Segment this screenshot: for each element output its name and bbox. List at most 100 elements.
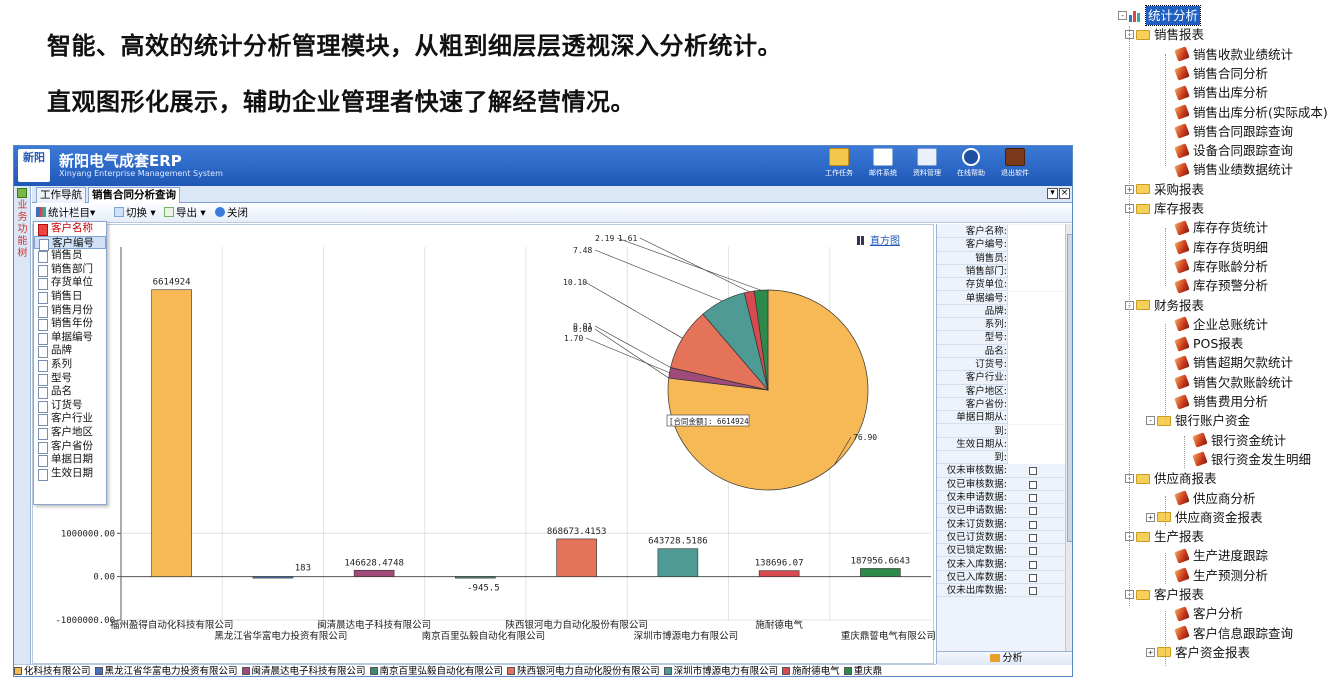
tree-node[interactable]: 销售超期欠款统计 <box>1174 353 1293 372</box>
tree-node[interactable]: - 库存报表 <box>1125 199 1204 218</box>
dropdown-item[interactable]: 销售日 <box>34 290 106 304</box>
tree-node[interactable]: 库存存货明细 <box>1174 238 1268 257</box>
expand-icon[interactable]: + <box>1146 512 1155 522</box>
tree-node[interactable]: 生产预测分析 <box>1174 566 1268 585</box>
filter-checkbox[interactable] <box>1029 533 1037 542</box>
tree-toggle-icon[interactable] <box>17 188 27 198</box>
filter-field-input[interactable] <box>1007 411 1065 425</box>
dropdown-item[interactable]: 品牌 <box>34 344 106 358</box>
chevron-down-icon[interactable]: ▾ <box>1047 188 1058 199</box>
filter-field-input[interactable] <box>1007 424 1065 438</box>
mail-system-button[interactable]: 邮件系统 <box>864 148 902 178</box>
dropdown-item[interactable]: 客户编号 <box>34 235 106 251</box>
dropdown-item[interactable]: 系列 <box>34 358 106 372</box>
switch-button[interactable]: 切换 ▾ <box>114 204 156 223</box>
tree-node[interactable]: - 生产报表 <box>1125 527 1204 546</box>
dropdown-item[interactable]: 销售部门 <box>34 263 106 277</box>
filter-field-input[interactable] <box>1007 291 1065 305</box>
filter-field-input[interactable] <box>1007 278 1065 292</box>
tree-node[interactable]: - 统计分析 <box>1118 5 1202 26</box>
tree-node[interactable]: POS报表 <box>1174 334 1243 353</box>
filter-checkbox[interactable] <box>1029 507 1037 516</box>
filter-checkbox[interactable] <box>1029 480 1037 489</box>
data-management-button[interactable]: 资料管理 <box>908 148 946 178</box>
tree-node[interactable]: 银行资金发生明细 <box>1192 450 1311 469</box>
dropdown-item[interactable]: 客户省份 <box>34 440 106 454</box>
tree-node[interactable]: 库存账龄分析 <box>1174 257 1268 276</box>
filter-field-input[interactable] <box>1007 251 1065 265</box>
dropdown-item[interactable]: 客户名称 <box>34 222 106 236</box>
filter-checkbox[interactable] <box>1029 467 1037 476</box>
tree-node[interactable]: 销售费用分析 <box>1174 392 1268 411</box>
filter-field-input[interactable] <box>1007 344 1065 358</box>
filter-checkbox[interactable] <box>1029 573 1037 582</box>
filter-field-input[interactable] <box>1007 358 1065 372</box>
tree-node[interactable]: 销售合同分析 <box>1174 64 1268 83</box>
tree-node[interactable]: 销售出库分析(实际成本) <box>1174 103 1328 122</box>
dropdown-item[interactable]: 订货号 <box>34 399 106 413</box>
filter-checkbox[interactable] <box>1029 494 1037 502</box>
filter-checkbox[interactable] <box>1029 560 1037 569</box>
tree-node[interactable]: - 客户报表 <box>1125 585 1204 604</box>
filter-field-input[interactable] <box>1007 384 1065 398</box>
expand-icon[interactable]: + <box>1146 647 1155 657</box>
tree-node[interactable]: 销售收款业绩统计 <box>1174 45 1293 64</box>
filter-field-input[interactable] <box>1007 371 1065 385</box>
dropdown-item[interactable]: 单据日期 <box>34 453 106 467</box>
tree-node[interactable]: + 供应商资金报表 <box>1146 508 1263 527</box>
function-tree-strip[interactable]: 业务功能树 <box>14 186 31 676</box>
panel-scrollbar[interactable] <box>1065 224 1072 652</box>
tree-node[interactable]: - 供应商报表 <box>1125 469 1217 488</box>
dropdown-item[interactable]: 客户行业 <box>34 412 106 426</box>
filter-checkbox[interactable] <box>1029 547 1037 556</box>
close-button[interactable]: 关闭 <box>215 204 248 223</box>
dropdown-item[interactable]: 品名 <box>34 385 106 399</box>
dropdown-item[interactable]: 销售月份 <box>34 304 106 318</box>
tree-node[interactable]: 供应商分析 <box>1174 489 1256 508</box>
filter-checkbox[interactable] <box>1029 520 1037 529</box>
close-icon[interactable]: × <box>1059 188 1070 199</box>
tree-node[interactable]: + 采购报表 <box>1125 180 1204 199</box>
tree-node[interactable]: 设备合同跟踪查询 <box>1174 141 1293 160</box>
work-task-button[interactable]: 工作任务 <box>820 148 858 178</box>
tree-node[interactable]: 企业总账统计 <box>1174 315 1268 334</box>
tab-sales-contract-analysis[interactable]: 销售合同分析查询 <box>88 187 180 203</box>
tab-work-navigation[interactable]: 工作导航 <box>36 187 86 203</box>
tree-node[interactable]: 银行资金统计 <box>1192 431 1286 450</box>
collapse-icon[interactable]: - <box>1146 416 1155 426</box>
filter-field-input[interactable] <box>1007 437 1065 452</box>
dropdown-item[interactable]: 生效日期 <box>34 467 106 481</box>
collapse-icon[interactable]: - <box>1118 11 1127 20</box>
export-button[interactable]: 导出 ▾ <box>164 204 206 223</box>
tree-node[interactable]: 客户信息跟踪查询 <box>1174 624 1293 643</box>
online-help-button[interactable]: 在线帮助 <box>952 148 990 178</box>
dropdown-item[interactable]: 存货单位 <box>34 276 106 290</box>
filter-checkbox[interactable] <box>1029 587 1037 596</box>
tree-node[interactable]: - 销售报表 <box>1125 25 1204 44</box>
tree-node[interactable]: 库存存货统计 <box>1174 218 1268 237</box>
tree-node[interactable]: 库存预警分析 <box>1174 276 1268 295</box>
tree-node[interactable]: 生产进度跟踪 <box>1174 546 1268 565</box>
dropdown-item[interactable]: 客户地区 <box>34 426 106 440</box>
tree-node[interactable]: 客户分析 <box>1174 604 1243 623</box>
dropdown-item[interactable]: 单据编号 <box>34 331 106 345</box>
tree-node[interactable]: 销售欠款账龄统计 <box>1174 373 1293 392</box>
filter-field-input[interactable] <box>1007 318 1065 332</box>
dropdown-item[interactable]: 销售年份 <box>34 317 106 331</box>
filter-field-input[interactable] <box>1007 238 1065 252</box>
analyze-button[interactable]: 分析 <box>937 651 1072 665</box>
tree-node[interactable]: - 银行账户资金 <box>1146 411 1250 430</box>
tree-node[interactable]: - 财务报表 <box>1125 296 1204 315</box>
dropdown-item[interactable]: 销售员 <box>34 249 106 263</box>
tree-node[interactable]: 销售业绩数据统计 <box>1174 160 1293 179</box>
filter-field-input[interactable] <box>1007 331 1065 345</box>
tree-node[interactable]: 销售出库分析 <box>1174 83 1268 102</box>
dropdown-item[interactable]: 型号 <box>34 372 106 386</box>
histogram-link[interactable]: 直方图 <box>857 232 900 247</box>
filter-field-input[interactable] <box>1007 264 1065 279</box>
filter-field-input[interactable] <box>1007 225 1065 239</box>
tree-node[interactable]: + 客户资金报表 <box>1146 643 1250 662</box>
filter-field-input[interactable] <box>1007 304 1065 319</box>
filter-field-input[interactable] <box>1007 397 1065 412</box>
filter-field-input[interactable] <box>1007 451 1065 465</box>
